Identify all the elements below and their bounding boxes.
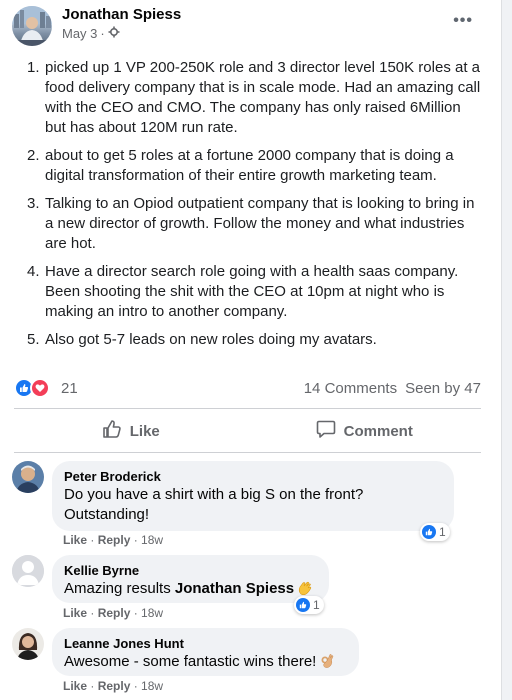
thumbs-up-icon: [102, 419, 122, 443]
comment-like-link[interactable]: Like: [63, 606, 87, 620]
clapping-hands-icon: [297, 580, 313, 596]
post-card: Jonathan Spiess May 3 · ••• 1. picked up …: [0, 0, 502, 700]
comment-bubble: Peter Broderick Do you have a shirt with…: [52, 461, 454, 531]
commenter-name[interactable]: Leanne Jones Hunt: [64, 636, 347, 652]
mention-link[interactable]: Jonathan Spiess: [175, 580, 294, 597]
comment-time[interactable]: 18w: [141, 679, 163, 693]
post-meta: May 3 ·: [62, 26, 120, 41]
comment-bubble: Kellie Byrne Amazing results Jonathan Sp…: [52, 555, 329, 603]
post-stats: 21 14 Comments Seen by 47: [14, 378, 481, 400]
list-item: 5. Also got 5-7 leads on new roles doing …: [27, 331, 377, 348]
reaction-count[interactable]: 21: [61, 380, 78, 397]
comment-actions: Like · Reply · 18w: [63, 606, 164, 620]
comment-text: Awesome - some fantastic wins there!: [64, 652, 347, 672]
comment-time[interactable]: 18w: [141, 533, 163, 547]
privacy-gear-icon[interactable]: [108, 26, 120, 41]
more-options-icon[interactable]: •••: [453, 12, 473, 30]
post-body: 1. picked up 1 VP 200-250K role and 3 dir…: [27, 58, 482, 358]
post-header: Jonathan Spiess May 3 · •••: [12, 4, 489, 46]
comment-bubble: Leanne Jones Hunt Awesome - some fantast…: [52, 628, 359, 676]
comment-reaction-badge[interactable]: 1: [294, 596, 324, 614]
comments-count[interactable]: 14 Comments: [304, 380, 397, 397]
post-author-name[interactable]: Jonathan Spiess: [62, 6, 181, 23]
like-reaction-icon: [422, 525, 436, 539]
commenter-avatar[interactable]: [12, 461, 44, 493]
list-item: 4. Have a director search role going with…: [27, 263, 459, 320]
love-reaction-icon: [30, 378, 50, 398]
comment: Kellie Byrne Amazing results Jonathan Sp…: [12, 555, 481, 623]
comment-actions: Like · Reply · 18w: [63, 679, 164, 693]
comment-reply-link[interactable]: Reply: [98, 606, 131, 620]
reaction-icons[interactable]: [14, 378, 50, 398]
post-list: 1. picked up 1 VP 200-250K role and 3 dir…: [27, 58, 482, 350]
seen-by-count[interactable]: Seen by 47: [405, 380, 481, 397]
commenter-name[interactable]: Kellie Byrne: [64, 563, 317, 579]
comment-text: Amazing results Jonathan Spiess: [64, 579, 317, 599]
list-item: 3. Talking to an Opiod outpatient company…: [27, 195, 475, 252]
divider: [14, 452, 481, 453]
comment-time[interactable]: 18w: [141, 606, 163, 620]
comment: Leanne Jones Hunt Awesome - some fantast…: [12, 628, 481, 696]
post-date[interactable]: May 3: [62, 26, 97, 41]
comment-actions: Like · Reply · 18w: [63, 533, 164, 547]
comment-button[interactable]: Comment: [248, 414, 482, 448]
comment-bubble-icon: [316, 419, 336, 443]
list-item: 2. about to get 5 roles at a fortune 2000…: [27, 147, 454, 184]
comment: Peter Broderick Do you have a shirt with…: [12, 461, 481, 551]
commenter-name[interactable]: Peter Broderick: [64, 469, 442, 485]
default-avatar-icon[interactable]: [12, 555, 44, 587]
comment-reply-link[interactable]: Reply: [98, 533, 131, 547]
author-avatar[interactable]: [12, 6, 52, 46]
comment-reply-link[interactable]: Reply: [98, 679, 131, 693]
like-reaction-icon: [296, 598, 310, 612]
comment-label: Comment: [343, 422, 413, 440]
comment-text: Do you have a shirt with a big S on the …: [64, 486, 364, 523]
ok-hand-icon: [319, 653, 335, 669]
like-label: Like: [129, 422, 160, 440]
commenter-avatar[interactable]: [12, 628, 44, 660]
comment-like-link[interactable]: Like: [63, 533, 87, 547]
divider: [14, 408, 481, 409]
like-button[interactable]: Like: [14, 414, 248, 448]
post-actions: Like Comment: [14, 414, 481, 448]
list-item: 1. picked up 1 VP 200-250K role and 3 dir…: [27, 59, 481, 136]
comment-reaction-badge[interactable]: 1: [420, 523, 450, 541]
comment-like-link[interactable]: Like: [63, 679, 87, 693]
